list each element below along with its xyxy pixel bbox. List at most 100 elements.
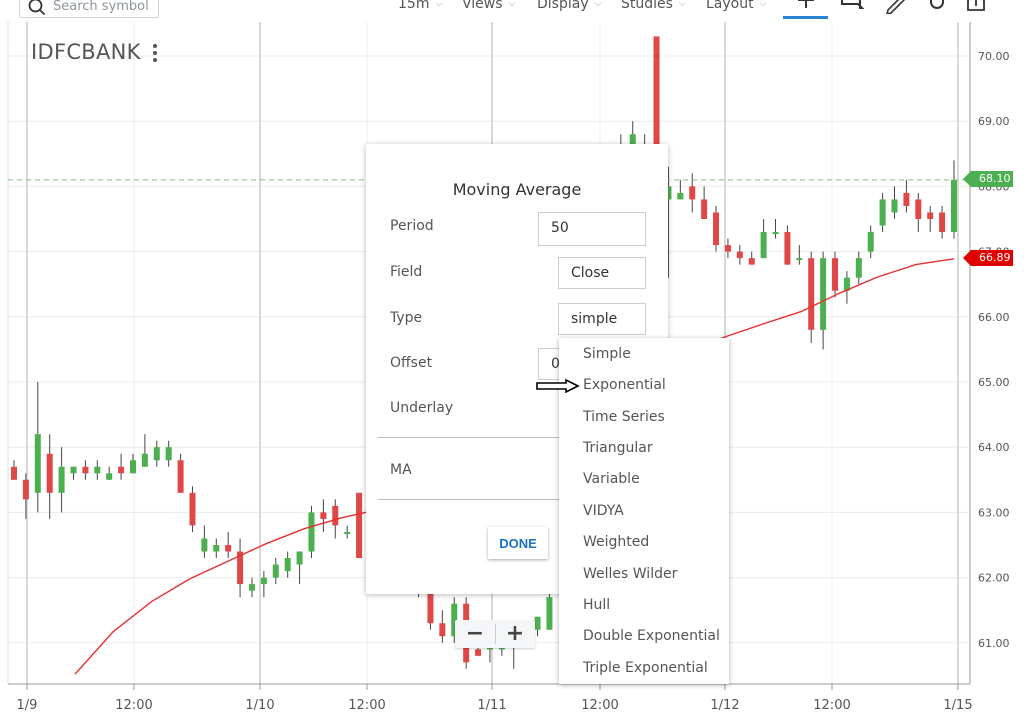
candle-body	[879, 199, 886, 226]
pencil-icon[interactable]	[885, 0, 909, 14]
candle-body	[260, 577, 267, 585]
x-axis-label: 1/12	[710, 698, 739, 713]
y-axis-label: 63.00	[978, 506, 1010, 519]
add-icon[interactable]	[793, 0, 819, 14]
candle-body	[106, 473, 113, 480]
candle-body	[427, 590, 434, 624]
candle-body	[296, 551, 303, 565]
comment-icon[interactable]	[840, 0, 864, 14]
ma-label: MA	[390, 462, 412, 478]
candle-body	[915, 199, 922, 219]
candle-body	[677, 192, 684, 200]
candle-body	[11, 466, 17, 480]
zoom-controls: − +	[455, 620, 535, 648]
candle-body	[118, 466, 125, 474]
last-price-tag: 68.10	[963, 171, 1013, 187]
candle-body	[58, 466, 65, 493]
more-options-icon[interactable]	[150, 42, 160, 64]
period-input[interactable]: 50	[538, 212, 646, 246]
menu-studies[interactable]: Studies ⌵	[621, 0, 686, 12]
x-axis-label: 1/15	[943, 698, 972, 713]
candle-body	[129, 460, 136, 474]
search-icon	[28, 0, 46, 16]
option-simple[interactable]: Simple	[583, 346, 631, 362]
arrow-right-icon	[536, 379, 580, 393]
candle-body	[951, 179, 957, 233]
candle-body	[189, 492, 196, 526]
candle-body	[867, 232, 874, 252]
candle-body	[320, 512, 327, 519]
x-axis-label: 12:00	[348, 698, 385, 713]
zoom-out-button[interactable]: −	[455, 620, 495, 648]
search-input[interactable]: Search symbol	[53, 0, 149, 14]
field-select[interactable]: Close	[558, 257, 646, 289]
chevron-down-icon: ⌵	[678, 0, 686, 9]
y-axis-label: 61.00	[978, 637, 1010, 650]
candle-body	[213, 545, 220, 552]
candle-body	[796, 258, 803, 261]
candle-body	[82, 466, 89, 474]
x-axis-label: 12:00	[581, 698, 618, 713]
dialog-title: Moving Average	[452, 180, 582, 199]
offset-label: Offset	[390, 355, 433, 371]
candle-body	[475, 649, 482, 656]
candle-body	[832, 258, 839, 291]
candle-body	[165, 447, 172, 461]
candle-body	[225, 545, 232, 552]
candle-body	[248, 584, 255, 591]
candle-body	[820, 258, 827, 330]
option-variable[interactable]: Variable	[583, 471, 640, 487]
candle-body	[534, 616, 541, 630]
active-tool-indicator	[783, 16, 828, 19]
x-axis-label: 12:00	[115, 698, 152, 713]
candle-body	[939, 212, 946, 233]
type-label: Type	[390, 310, 423, 326]
option-triangular[interactable]: Triangular	[583, 440, 653, 456]
candle-body	[141, 453, 148, 467]
candle-body	[308, 512, 315, 552]
menu-interval[interactable]: 15m ⌵	[398, 0, 442, 12]
candle-body	[177, 460, 184, 493]
candle-body	[808, 258, 815, 330]
option-exponential[interactable]: Exponential	[583, 377, 666, 393]
candle-body	[748, 258, 755, 265]
search-box[interactable]: Search symbol	[19, 0, 159, 18]
menu-display[interactable]: Display ⌵	[537, 0, 601, 12]
type-dropdown: Simple Exponential Time Series Triangula…	[559, 338, 729, 684]
candle-body	[689, 186, 696, 200]
zoom-in-button[interactable]: +	[495, 620, 535, 648]
candle-body	[34, 434, 41, 493]
candle-body	[439, 623, 446, 637]
candle-body	[903, 192, 910, 206]
symbol-title: IDFCBANK	[31, 40, 141, 64]
candle-body	[332, 505, 339, 526]
option-weighted[interactable]: Weighted	[583, 534, 649, 550]
magnet-icon[interactable]	[927, 0, 947, 14]
option-double-exponential[interactable]: Double Exponential	[583, 628, 720, 644]
option-welles-wilder[interactable]: Welles Wilder	[583, 566, 677, 582]
option-vidya[interactable]: VIDYA	[583, 503, 624, 519]
option-triple-exponential[interactable]: Triple Exponential	[583, 660, 708, 676]
candle-body	[760, 232, 767, 259]
underlay-label: Underlay	[390, 400, 454, 416]
done-button[interactable]: DONE	[488, 527, 548, 559]
y-axis-label: 69.00	[978, 115, 1010, 128]
x-axis-label: 1/11	[477, 698, 506, 713]
chevron-down-icon: ⌵	[508, 0, 516, 9]
option-time-series[interactable]: Time Series	[583, 409, 665, 425]
candle-body	[201, 538, 208, 552]
candle-body	[153, 447, 160, 461]
candle-body	[736, 251, 743, 259]
option-hull[interactable]: Hull	[583, 597, 610, 613]
share-icon[interactable]	[965, 0, 987, 14]
y-axis-label: 66.00	[978, 311, 1010, 324]
candle-body	[927, 212, 934, 219]
chevron-down-icon: ⌵	[435, 0, 443, 9]
type-select[interactable]: simple	[558, 303, 646, 335]
menu-views[interactable]: Views ⌵	[462, 0, 515, 12]
candle-body	[46, 453, 53, 493]
x-axis-label: 1/10	[245, 698, 274, 713]
chevron-down-icon: ⌵	[594, 0, 602, 9]
top-toolbar: Search symbol 15m ⌵ Views ⌵ Display ⌵ Studi…	[0, 0, 1035, 20]
menu-layout[interactable]: Layout ⌵	[706, 0, 766, 12]
